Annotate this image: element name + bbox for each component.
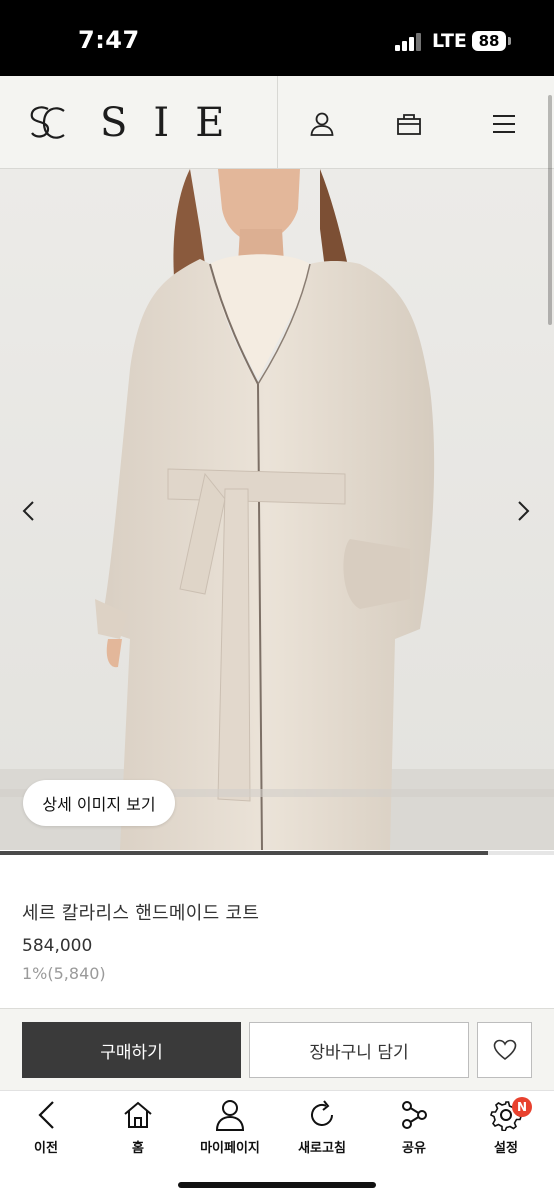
gallery-progress — [0, 851, 554, 855]
view-detail-images-button[interactable]: 상세 이미지 보기 — [23, 780, 175, 826]
menu-icon[interactable] — [486, 106, 522, 142]
purchase-bar: 구매하기 장바구니 담기 — [0, 1008, 554, 1090]
status-time: 7:47 — [78, 26, 140, 54]
scrollbar[interactable] — [548, 95, 552, 325]
product-name: 세르 칼라리스 핸드메이드 코트 — [22, 903, 260, 924]
product-points: 1%(5,840) — [22, 964, 106, 983]
nav-mypage[interactable]: 마이페이지 — [184, 1097, 276, 1161]
product-price: 584,000 — [22, 936, 93, 956]
back-icon — [28, 1097, 64, 1133]
nav-settings-label: 설정 — [494, 1141, 518, 1156]
nav-back[interactable]: 이전 — [0, 1097, 92, 1161]
home-icon — [120, 1097, 156, 1133]
nav-share-label: 공유 — [402, 1141, 426, 1156]
shopping-bag-icon[interactable] — [391, 106, 427, 142]
product-photo — [0, 169, 554, 850]
wishlist-button[interactable] — [477, 1022, 532, 1078]
product-image[interactable] — [0, 169, 554, 850]
status-bar: 7:47 LTE 88 — [0, 0, 554, 76]
heart-icon — [493, 1039, 516, 1061]
prev-image-arrow[interactable] — [14, 497, 42, 525]
brand-monogram-icon — [30, 106, 65, 139]
nav-home-label: 홈 — [132, 1141, 144, 1156]
settings-icon: N — [488, 1097, 532, 1133]
buy-button[interactable]: 구매하기 — [22, 1022, 241, 1078]
network-type: LTE — [432, 30, 467, 52]
battery-icon: 88 — [472, 31, 506, 51]
brand-logo[interactable]: SIE — [26, 100, 250, 146]
signal-icon — [395, 33, 423, 51]
nav-refresh-label: 새로고침 — [298, 1141, 346, 1156]
nav-mypage-label: 마이페이지 — [200, 1141, 260, 1156]
person-icon — [212, 1097, 248, 1133]
nav-back-label: 이전 — [34, 1141, 58, 1156]
user-icon[interactable] — [304, 106, 340, 142]
gallery-progress-fill — [0, 851, 488, 855]
battery-tip — [508, 37, 511, 45]
home-indicator[interactable] — [178, 1182, 376, 1188]
refresh-icon — [304, 1097, 340, 1133]
nav-settings[interactable]: N 설정 — [460, 1097, 552, 1161]
header-divider — [277, 76, 278, 169]
nav-share[interactable]: 공유 — [368, 1097, 460, 1161]
site-header: SIE — [0, 76, 554, 169]
next-image-arrow[interactable] — [510, 497, 538, 525]
nav-refresh[interactable]: 새로고침 — [276, 1097, 368, 1161]
share-icon — [396, 1097, 432, 1133]
settings-badge: N — [512, 1097, 532, 1117]
nav-home[interactable]: 홈 — [92, 1097, 184, 1161]
add-to-cart-button[interactable]: 장바구니 담기 — [249, 1022, 469, 1078]
brand-name: SIE — [100, 100, 251, 146]
